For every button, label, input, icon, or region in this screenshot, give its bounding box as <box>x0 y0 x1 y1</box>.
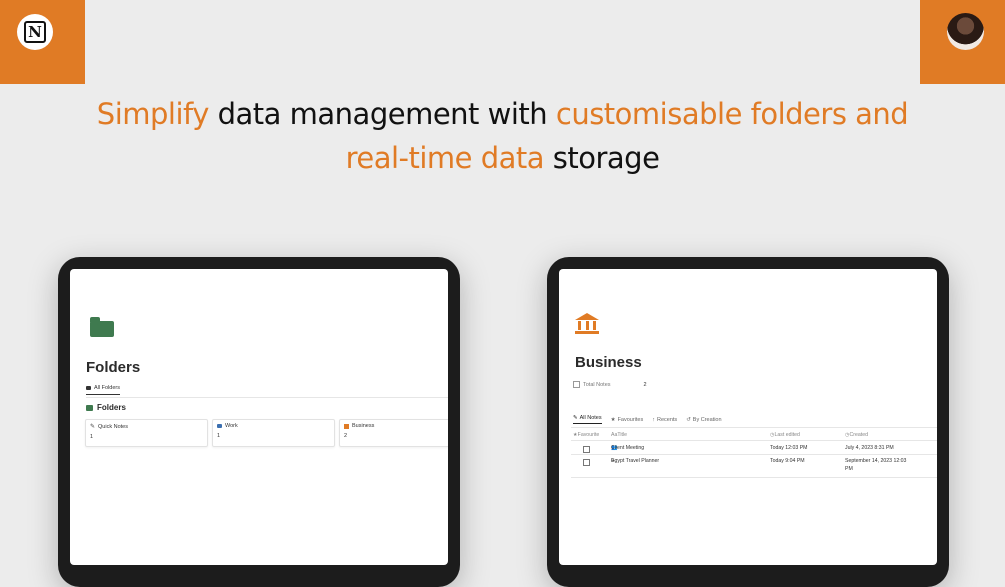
card-label: Quick Notes <box>98 423 128 430</box>
tab-label: Favourites <box>617 416 644 423</box>
bank-icon <box>575 313 599 335</box>
page-title: Business <box>575 354 642 371</box>
avatar <box>947 13 984 50</box>
divider <box>571 440 937 441</box>
folder-icon <box>86 404 93 411</box>
tab-favourites[interactable]: ★ Favourites <box>611 415 644 424</box>
business-screen: Business Total Notes 2 ✎ All Notes ★ Favou… <box>559 269 937 565</box>
history-icon: ↺ <box>686 416 691 423</box>
headline-accent-1: Simplify <box>96 97 210 131</box>
folders-screen: Folders All Folders Folders ✎ Quick Notes… <box>70 269 448 565</box>
tab-all-folders[interactable]: All Folders <box>86 385 120 395</box>
column-label: Last edited <box>774 432 800 438</box>
row-created: September 14, 2023 12:03 <box>845 458 907 464</box>
headline-accent-2: customisable folders and <box>555 97 909 131</box>
bank-icon <box>344 423 349 429</box>
section-title-label: Folders <box>97 403 126 412</box>
pencil-icon: ✎ <box>90 424 96 430</box>
section-title: Folders <box>86 403 126 412</box>
headline-accent-3: real-time data <box>345 141 545 175</box>
tab-recents[interactable]: ↑ Recents <box>652 415 677 424</box>
column-created: ◷ Created <box>845 432 868 438</box>
tab-by-creation[interactable]: ↺ By Creation <box>686 415 721 424</box>
row-last-edited: Today 12:03 PM <box>770 445 808 451</box>
divider <box>571 477 937 478</box>
column-last-edited: ◷ Last edited <box>770 432 800 438</box>
column-label: Favourite <box>577 432 600 438</box>
card-label: Business <box>352 423 375 429</box>
headline-text-2: storage <box>544 141 660 175</box>
star-icon: ★ <box>610 416 616 423</box>
folder-card-work[interactable]: Work 1 <box>212 419 335 447</box>
folder-cards: ✎ Quick Notes 1 Work 1 Business 2 <box>85 419 448 447</box>
pencil-icon: ✎ <box>573 415 578 421</box>
property-value: 2 <box>643 381 647 388</box>
tablet-business: Business Total Notes 2 ✎ All Notes ★ Favou… <box>547 257 949 587</box>
page-title: Folders <box>86 359 141 376</box>
arrow-up-icon: ↑ <box>652 416 655 423</box>
folder-icon <box>90 317 114 337</box>
headline: Simplify data management with customisab… <box>0 92 1005 180</box>
row-last-edited: Today 9:04 PM <box>770 458 805 464</box>
column-favourite: ★ Favourite <box>573 432 600 438</box>
notion-logo-icon: N <box>17 14 53 50</box>
card-count: 1 <box>90 434 94 440</box>
briefcase-icon <box>217 424 222 428</box>
row-created-continued: PM <box>845 466 853 472</box>
card-label: Work <box>225 423 238 429</box>
card-count: 1 <box>217 433 221 439</box>
tab-label: All Notes <box>579 415 602 421</box>
favourite-checkbox[interactable] <box>583 459 590 466</box>
notion-badge: N <box>0 0 85 84</box>
tab-label: By Creation <box>692 416 722 423</box>
property-total-notes: Total Notes 2 <box>573 381 647 388</box>
view-tabs: ✎ All Notes ★ Favourites ↑ Recents ↺ By Crea… <box>573 415 722 424</box>
column-label: Title <box>617 432 627 438</box>
tab-all-notes[interactable]: ✎ All Notes <box>573 415 602 424</box>
checkbox-property-icon <box>573 381 580 388</box>
property-label: Total Notes <box>583 381 611 388</box>
row-title-text: Egypt Travel Planner <box>611 458 660 464</box>
folder-card-quick-notes[interactable]: ✎ Quick Notes 1 <box>85 419 208 447</box>
favourite-checkbox[interactable] <box>583 446 590 453</box>
divider <box>86 397 448 398</box>
folder-icon <box>86 386 91 390</box>
column-label: Created <box>849 432 868 438</box>
folder-card-business[interactable]: Business 2 <box>339 419 448 447</box>
divider <box>571 454 937 455</box>
row-created: July 4, 2023 8:31 PM <box>845 445 894 451</box>
column-title: Aa Title <box>611 432 627 438</box>
tab-label: Recents <box>657 416 678 423</box>
headline-text-1: data management with <box>208 97 556 131</box>
author-badge <box>920 0 1005 84</box>
tablet-folders: Folders All Folders Folders ✎ Quick Notes… <box>58 257 460 587</box>
row-title-text: Client Meeting <box>611 445 645 451</box>
card-count: 2 <box>344 433 348 439</box>
divider <box>571 427 937 428</box>
tab-label: All Folders <box>94 385 120 391</box>
